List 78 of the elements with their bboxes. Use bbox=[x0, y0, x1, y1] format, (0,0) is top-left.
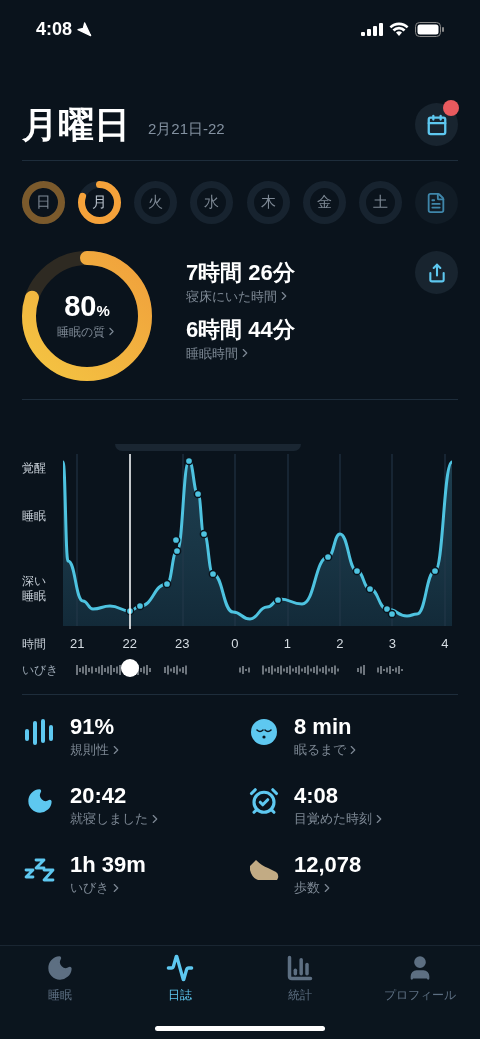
metric-link[interactable]: 寝床にいた時間 bbox=[186, 286, 295, 306]
tab[interactable]: 日誌 bbox=[120, 954, 240, 1004]
day-button[interactable]: 土 bbox=[358, 181, 402, 224]
tick-label: 4 bbox=[440, 635, 450, 653]
share-icon bbox=[426, 262, 447, 283]
tab[interactable]: 統計 bbox=[240, 954, 360, 1004]
moon-icon bbox=[46, 954, 74, 982]
stat-link[interactable]: いびき bbox=[70, 878, 146, 898]
tick-label: 1 bbox=[282, 635, 292, 653]
axis-label: 覚醒 bbox=[22, 460, 46, 477]
date-range: 2月21日-22 bbox=[148, 119, 225, 139]
data-point bbox=[193, 489, 203, 499]
data-point bbox=[135, 601, 145, 611]
battery-icon bbox=[415, 21, 444, 37]
data-point bbox=[172, 546, 182, 556]
day-button[interactable]: 木 bbox=[246, 181, 290, 224]
wave-icon bbox=[166, 954, 194, 982]
stat-link[interactable]: 歩数 bbox=[294, 878, 362, 898]
axis-label: 睡眠 bbox=[22, 508, 46, 525]
stat-value: 20:42 bbox=[70, 781, 128, 809]
signal-icon bbox=[361, 22, 383, 36]
data-point bbox=[125, 606, 135, 616]
wifi-icon bbox=[389, 21, 409, 37]
share-button[interactable] bbox=[415, 251, 458, 294]
day-button[interactable]: 水 bbox=[190, 181, 234, 224]
data-point bbox=[273, 595, 283, 605]
stat-value: 8 min bbox=[294, 712, 353, 740]
stat-value: 12,078 bbox=[294, 850, 362, 878]
day-button[interactable]: 月 bbox=[78, 181, 122, 224]
snore-label: いびき bbox=[22, 661, 59, 679]
axis-label: 深い睡眠 bbox=[22, 574, 47, 604]
metric-value: 6時間 44分 bbox=[186, 316, 295, 344]
data-point bbox=[208, 569, 218, 579]
shoe-icon bbox=[248, 857, 280, 882]
stat-value: 91% bbox=[70, 712, 116, 740]
stat-link[interactable]: 目覚めた時刻 bbox=[294, 809, 386, 829]
data-point bbox=[387, 609, 397, 619]
stat-value: 4:08 bbox=[294, 781, 340, 809]
quality-link[interactable]: 睡眠の質 bbox=[56, 322, 118, 341]
stat-value: 1h 39m bbox=[70, 850, 146, 878]
tick-label: 0 bbox=[230, 635, 240, 653]
tick-label: 2 bbox=[335, 635, 345, 653]
tick-label: 23 bbox=[174, 635, 191, 653]
sleepy-face-icon bbox=[250, 717, 278, 746]
data-point bbox=[430, 566, 440, 576]
day-button[interactable]: 火 bbox=[134, 181, 178, 224]
bar-chart-icon bbox=[286, 954, 314, 982]
day-title: 月曜日 bbox=[22, 106, 130, 143]
axis-title: 時間 bbox=[22, 635, 47, 653]
metric-value: 7時間 26分 bbox=[186, 259, 295, 287]
quality-percent: 80% bbox=[64, 291, 110, 321]
stat-link[interactable]: 規則性 bbox=[70, 740, 123, 760]
moon-icon bbox=[26, 786, 54, 815]
tab[interactable]: プロフィール bbox=[360, 954, 480, 1004]
data-point bbox=[365, 584, 375, 594]
tick-label: 3 bbox=[387, 635, 397, 653]
calendar-button[interactable] bbox=[415, 103, 458, 146]
stat-link[interactable]: 就寝しました bbox=[70, 809, 162, 829]
day-button[interactable]: 金 bbox=[302, 181, 346, 224]
tick-label: 21 bbox=[69, 635, 86, 653]
stat-link[interactable]: 眠るまで bbox=[294, 740, 360, 760]
report-button[interactable] bbox=[415, 181, 458, 224]
day-button[interactable]: 日 bbox=[22, 181, 65, 224]
data-point bbox=[352, 566, 362, 576]
data-point bbox=[162, 579, 172, 589]
tick-label: 22 bbox=[121, 635, 138, 653]
bars-icon bbox=[25, 718, 55, 745]
data-point bbox=[199, 529, 209, 539]
metric-link[interactable]: 睡眠時間 bbox=[186, 343, 295, 363]
playhead-knob[interactable] bbox=[121, 658, 139, 677]
data-point bbox=[184, 456, 194, 466]
alarm-clock-icon bbox=[249, 785, 279, 816]
calendar-icon bbox=[425, 113, 448, 136]
data-point bbox=[323, 552, 333, 562]
location-arrow-icon bbox=[76, 21, 93, 37]
data-point bbox=[171, 535, 181, 545]
status-time: 4:08 bbox=[36, 17, 73, 41]
tab[interactable]: 睡眠 bbox=[0, 954, 120, 1004]
